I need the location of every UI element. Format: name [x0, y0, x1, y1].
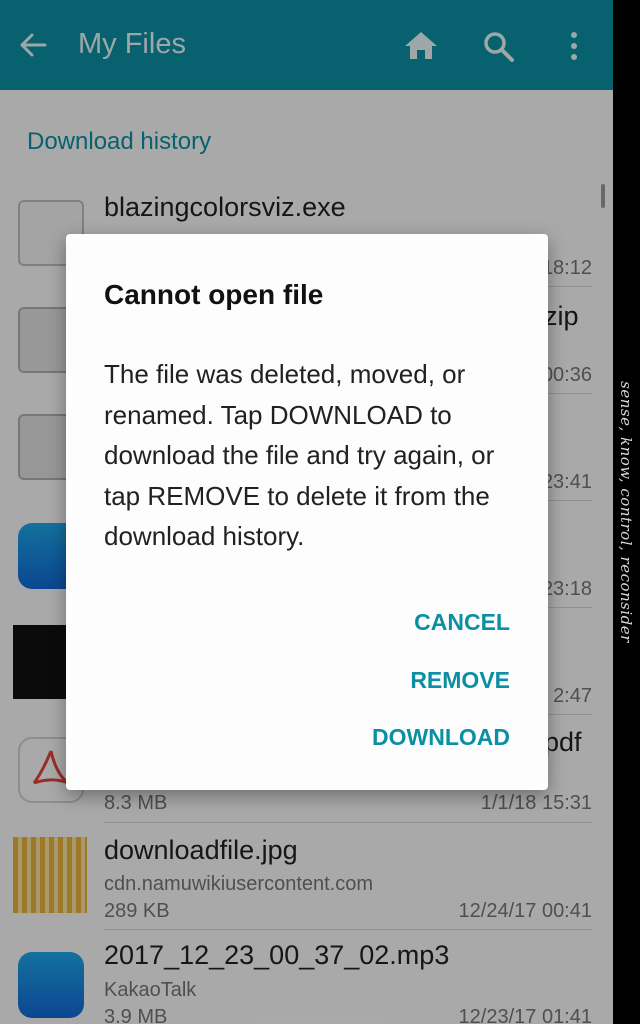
download-button[interactable]: DOWNLOAD	[372, 724, 510, 751]
my-files-screen: My Files Download history blazingcolorsv…	[0, 0, 613, 1024]
dialog-title: Cannot open file	[104, 279, 324, 310]
cannot-open-dialog: Cannot open file The file was deleted, m…	[66, 234, 548, 790]
dialog-message: The file was deleted, moved, or renamed.…	[104, 359, 495, 551]
cancel-button[interactable]: CANCEL	[414, 609, 510, 636]
remove-button[interactable]: REMOVE	[410, 667, 510, 694]
edge-caption: sense, know, control, reconsider	[617, 381, 635, 643]
